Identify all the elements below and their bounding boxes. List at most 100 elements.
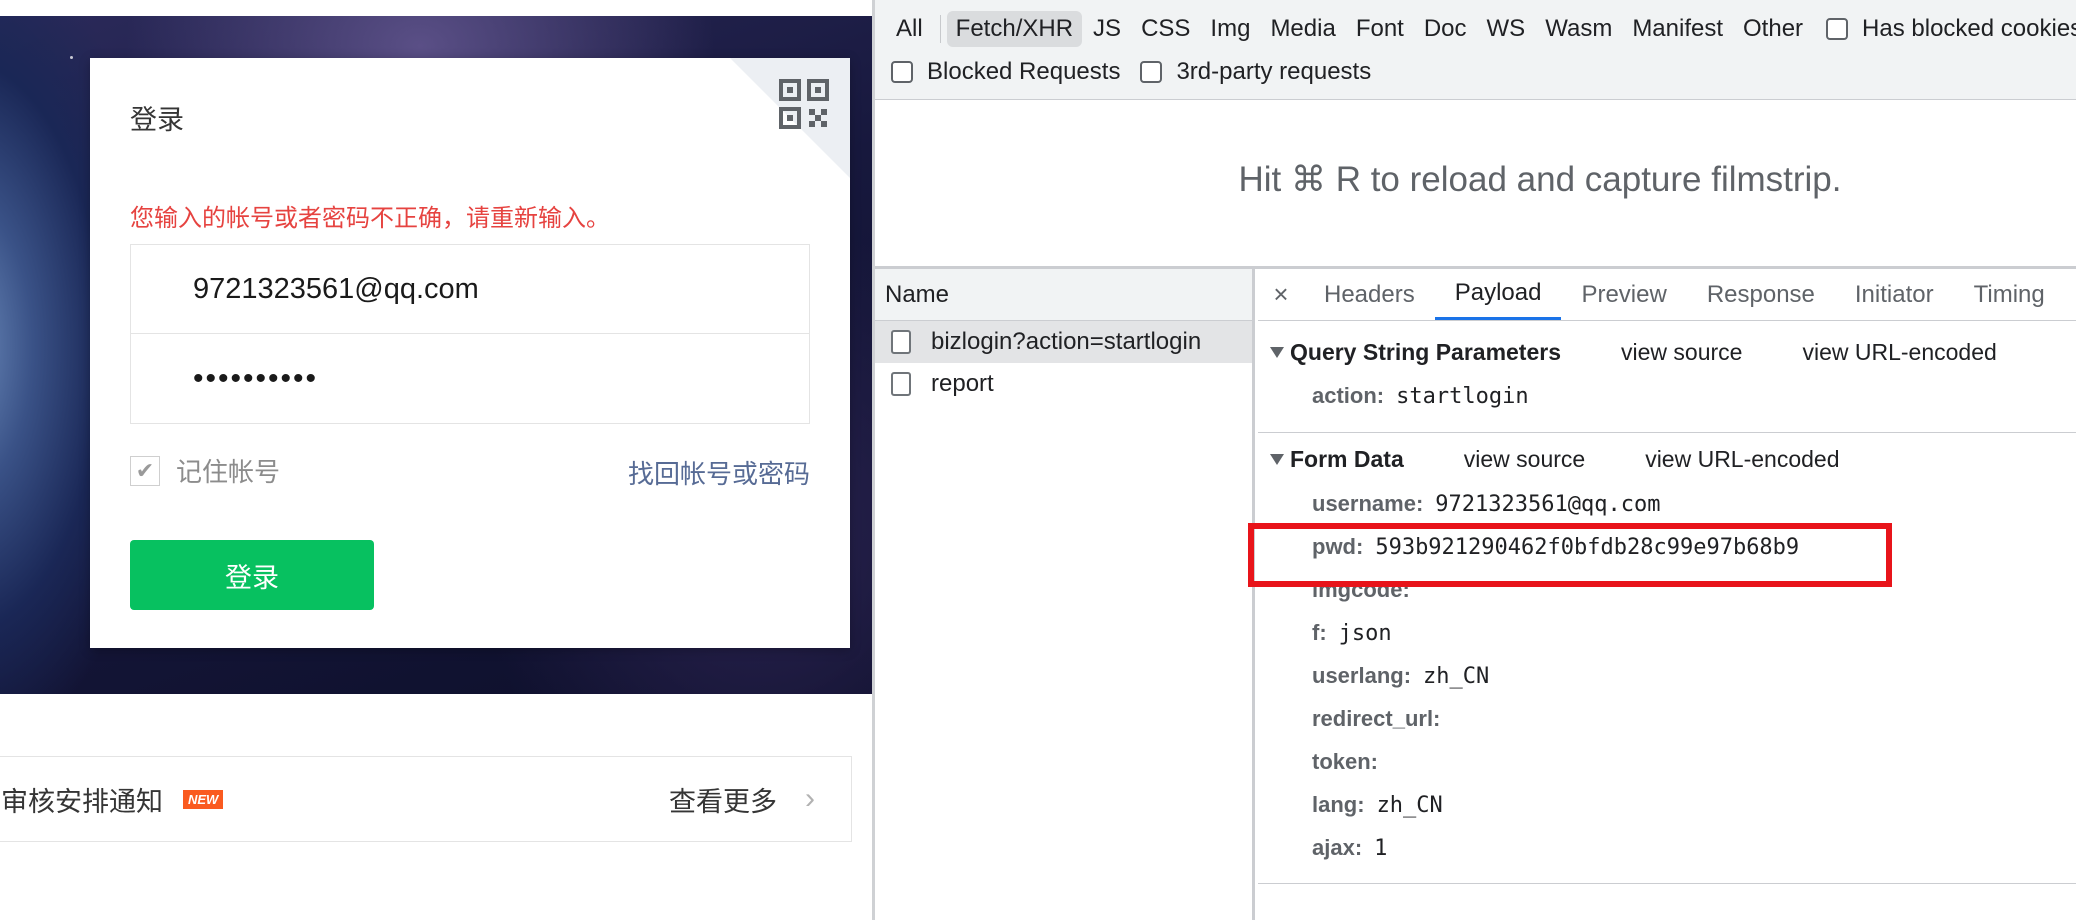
requests-area: Name bizlogin?action=startlogin report ×…	[875, 266, 2076, 920]
filter-font[interactable]: Font	[1347, 11, 1413, 47]
password-field[interactable]	[130, 334, 810, 424]
form-data-header[interactable]: Form Data view source view URL-encoded	[1270, 446, 1840, 473]
new-badge: NEW	[183, 789, 224, 809]
request-row[interactable]: bizlogin?action=startlogin	[875, 321, 1252, 363]
view-source-link[interactable]: view source	[1621, 339, 1742, 366]
filter-wasm[interactable]: Wasm	[1536, 11, 1621, 47]
remember-account[interactable]: ✔ 记住帐号	[130, 452, 280, 489]
filter-manifest[interactable]: Manifest	[1623, 11, 1732, 47]
checkmark-icon: ✔	[135, 457, 155, 483]
filmstrip-message: Hit ⌘ R to reload and capture filmstrip.	[1238, 160, 1842, 199]
section-divider	[1258, 883, 2076, 884]
request-list: Name bizlogin?action=startlogin report	[875, 269, 1255, 920]
tab-preview[interactable]: Preview	[1561, 269, 1686, 320]
filter-separator	[939, 15, 941, 43]
login-title: 登录	[130, 105, 184, 135]
document-icon	[891, 330, 911, 354]
request-name: report	[931, 370, 994, 397]
query-param-row: action: startlogin	[1312, 383, 1529, 409]
remember-label: 记住帐号	[176, 457, 281, 487]
request-row[interactable]: report	[875, 363, 1252, 405]
request-name: bizlogin?action=startlogin	[931, 328, 1202, 355]
resource-type-filters: All Fetch/XHR JS CSS Img Media Font Doc …	[887, 10, 2076, 48]
devtools-network-panel: All Fetch/XHR JS CSS Img Media Font Doc …	[872, 0, 2076, 920]
notice-text[interactable]: 审核安排通知	[1, 780, 163, 819]
view-url-encoded-link[interactable]: view URL-encoded	[1802, 339, 1996, 366]
document-icon	[891, 372, 911, 396]
filter-other[interactable]: Other	[1734, 11, 1812, 47]
username-input[interactable]	[131, 245, 809, 333]
login-card: 登录 您输入的帐号或者密码不正确，请重新输入。 ✔ 记住帐号 找回帐号或密码 登…	[90, 58, 850, 648]
pwd-highlight-box	[1248, 523, 1892, 587]
form-param-row: token:	[1312, 749, 1390, 775]
third-party-filter[interactable]: 3rd-party requests	[1140, 58, 1371, 86]
notice-bar[interactable]: 审核安排通知 NEW 查看更多 ›	[0, 756, 852, 842]
param-value: zh_CN	[1376, 793, 1443, 818]
request-detail: × Headers Payload Preview Response Initi…	[1248, 269, 2076, 920]
third-party-checkbox[interactable]	[1140, 61, 1163, 83]
chevron-right-icon[interactable]: ›	[805, 782, 815, 816]
filter-js[interactable]: JS	[1084, 11, 1130, 47]
param-key: lang:	[1312, 792, 1365, 817]
param-key: userlang:	[1312, 663, 1412, 688]
forgot-password-link[interactable]: 找回帐号或密码	[628, 454, 810, 491]
tab-timing[interactable]: Timing	[1954, 269, 2065, 320]
param-value: 1	[1374, 836, 1388, 861]
qr-code-icon[interactable]	[778, 78, 830, 130]
request-filters: Blocked Requests 3rd-party requests	[891, 58, 1371, 86]
third-party-label: 3rd-party requests	[1176, 58, 1372, 85]
param-key: ajax:	[1312, 835, 1363, 860]
form-data-title: Form Data	[1290, 446, 1404, 472]
form-param-row: ajax: 1	[1312, 835, 1387, 861]
filter-css[interactable]: CSS	[1132, 11, 1199, 47]
tab-headers[interactable]: Headers	[1304, 269, 1435, 320]
form-param-row: redirect_url:	[1312, 706, 1452, 732]
form-param-row: lang: zh_CN	[1312, 792, 1443, 818]
blocked-requests-filter[interactable]: Blocked Requests	[891, 58, 1120, 86]
filter-fetch-xhr[interactable]: Fetch/XHR	[946, 11, 1083, 47]
param-key: token:	[1312, 749, 1378, 774]
param-value: json	[1338, 621, 1392, 646]
close-icon[interactable]: ×	[1258, 269, 1304, 320]
remember-checkbox[interactable]: ✔	[130, 455, 160, 486]
form-param-row: f: json	[1312, 620, 1392, 646]
detail-tabs: × Headers Payload Preview Response Initi…	[1258, 269, 2076, 321]
tab-initiator[interactable]: Initiator	[1835, 269, 1954, 320]
collapse-triangle-icon[interactable]	[1270, 454, 1284, 465]
username-field[interactable]	[130, 244, 810, 334]
view-source-link[interactable]: view source	[1464, 446, 1585, 473]
error-message: 您输入的帐号或者密码不正确，请重新输入。	[130, 205, 610, 232]
login-page: 登录 您输入的帐号或者密码不正确，请重新输入。 ✔ 记住帐号 找回帐号或密码 登…	[0, 0, 872, 920]
section-divider	[1258, 432, 2076, 433]
login-button[interactable]: 登录	[130, 540, 374, 610]
filter-img[interactable]: Img	[1201, 11, 1259, 47]
param-value: startlogin	[1396, 384, 1529, 409]
query-params-header[interactable]: Query String Parameters view source view…	[1270, 339, 1997, 366]
filter-bar: All Fetch/XHR JS CSS Img Media Font Doc …	[875, 0, 2076, 100]
tab-response[interactable]: Response	[1687, 269, 1835, 320]
form-param-row: username: 9721323561@qq.com	[1312, 491, 1660, 517]
blocked-requests-label: Blocked Requests	[927, 58, 1121, 85]
name-column-header[interactable]: Name	[875, 269, 1252, 321]
filter-media[interactable]: Media	[1261, 11, 1344, 47]
see-more-link[interactable]: 查看更多	[669, 780, 777, 819]
has-blocked-cookies-checkbox[interactable]	[1826, 18, 1849, 40]
password-input[interactable]	[131, 334, 809, 423]
filter-all[interactable]: All	[887, 11, 932, 47]
form-param-row: userlang: zh_CN	[1312, 663, 1489, 689]
has-blocked-cookies-label: Has blocked cookies	[1862, 15, 2076, 42]
param-key: username:	[1312, 491, 1424, 516]
param-key: f:	[1312, 620, 1327, 645]
blocked-requests-checkbox[interactable]	[891, 61, 913, 83]
param-key: action:	[1312, 383, 1385, 408]
filter-doc[interactable]: Doc	[1415, 11, 1476, 47]
view-url-encoded-link[interactable]: view URL-encoded	[1645, 446, 1839, 473]
query-params-title: Query String Parameters	[1290, 339, 1562, 365]
param-value: zh_CN	[1423, 664, 1490, 689]
param-value: 9721323561@qq.com	[1435, 492, 1661, 517]
star-decoration	[70, 56, 73, 59]
filter-ws[interactable]: WS	[1478, 11, 1535, 47]
tab-payload[interactable]: Payload	[1434, 269, 1562, 320]
has-blocked-cookies-filter[interactable]: Has blocked cookies	[1826, 15, 2076, 43]
collapse-triangle-icon[interactable]	[1270, 347, 1284, 358]
